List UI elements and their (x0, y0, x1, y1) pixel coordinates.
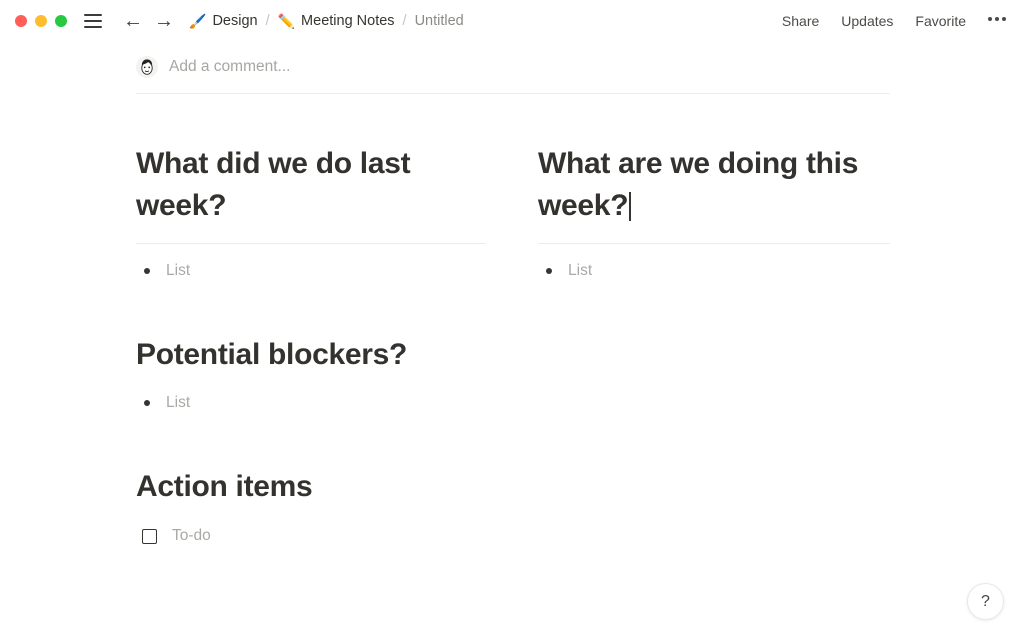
todo-list-item[interactable]: To-do (136, 527, 486, 545)
bullet-icon (144, 400, 150, 406)
favorite-button[interactable]: Favorite (915, 13, 966, 29)
document-body: Add a comment... What did we do last wee… (0, 41, 1024, 640)
pencil-emoji: ✏️ (277, 12, 296, 29)
breadcrumb-label: Meeting Notes (301, 12, 395, 29)
bullet-icon (546, 268, 552, 274)
user-avatar (136, 56, 158, 78)
dot (1002, 17, 1006, 21)
share-button[interactable]: Share (782, 13, 819, 29)
navigation-arrows: ← → (123, 11, 174, 31)
heading-text: Action items (136, 470, 313, 503)
app-window: ← → 🖌️ Design / ✏️ Meeting Notes / Untit… (0, 0, 1024, 640)
bullet-icon (144, 268, 150, 274)
column-left: What did we do last week? List Potential… (136, 143, 486, 545)
breadcrumb-separator: / (265, 12, 270, 29)
bulleted-list-item[interactable]: List (136, 262, 486, 280)
dot (995, 17, 999, 21)
heading-text: What did we do last week? (136, 147, 411, 222)
breadcrumb-item-design[interactable]: 🖌️ Design (189, 13, 258, 29)
breadcrumb-label: Untitled (414, 12, 464, 29)
breadcrumb-separator: / (402, 12, 407, 29)
document-content: Add a comment... What did we do last wee… (136, 41, 890, 545)
column-container: What did we do last week? List Potential… (136, 143, 890, 545)
back-arrow-icon[interactable]: ← (123, 11, 143, 31)
text-cursor (629, 192, 631, 221)
hamburger-line (84, 13, 102, 16)
bulleted-list-item[interactable]: List (136, 394, 486, 412)
heading[interactable]: What are we doing this week? (538, 143, 890, 227)
heading-text: Potential blockers? (136, 338, 408, 371)
checkbox-icon[interactable] (142, 528, 157, 544)
hamburger-menu-icon[interactable] (84, 13, 102, 28)
heading[interactable]: Action items (136, 466, 486, 508)
block-what-did-we-do-last-week: What did we do last week? List (136, 143, 486, 280)
todo-placeholder: To-do (172, 527, 211, 544)
close-window-button[interactable] (15, 14, 27, 27)
heading-divider (136, 243, 486, 244)
heading[interactable]: Potential blockers? (136, 334, 486, 376)
column-right: What are we doing this week? List (538, 143, 890, 545)
heading[interactable]: What did we do last week? (136, 143, 486, 227)
more-options-icon[interactable] (988, 17, 1006, 24)
breadcrumb-label: Design (212, 12, 258, 29)
heading-divider (538, 243, 890, 244)
header-actions: Share Updates Favorite (782, 13, 1024, 29)
updates-button[interactable]: Updates (841, 13, 893, 29)
breadcrumb-item-untitled[interactable]: Untitled (415, 13, 464, 29)
breadcrumb-item-meeting-notes[interactable]: ✏️ Meeting Notes (278, 13, 395, 29)
window-controls (0, 14, 67, 27)
title-bar: ← → 🖌️ Design / ✏️ Meeting Notes / Untit… (0, 0, 1024, 41)
dot (988, 17, 992, 21)
help-button[interactable]: ? (967, 583, 1004, 620)
forward-arrow-icon[interactable]: → (154, 11, 174, 31)
block-potential-blockers: Potential blockers? List (136, 334, 486, 412)
block-what-are-we-doing-this-week: What are we doing this week? List (538, 143, 890, 280)
minimize-window-button[interactable] (35, 14, 47, 27)
add-comment-row[interactable]: Add a comment... (136, 41, 890, 94)
column-divider-gap (486, 143, 538, 545)
breadcrumb: 🖌️ Design / ✏️ Meeting Notes / Untitled (189, 13, 464, 29)
comment-placeholder: Add a comment... (169, 58, 291, 75)
bulleted-list-item[interactable]: List (538, 262, 890, 280)
hamburger-line (84, 19, 102, 22)
paintbrush-emoji: 🖌️ (189, 12, 207, 29)
list-placeholder: List (166, 394, 191, 411)
heading-text: What are we doing this week? (538, 147, 859, 222)
hamburger-line (84, 25, 102, 28)
list-placeholder: List (166, 262, 191, 279)
list-placeholder: List (568, 262, 593, 279)
maximize-window-button[interactable] (55, 14, 67, 27)
block-action-items: Action items To-do (136, 466, 486, 545)
